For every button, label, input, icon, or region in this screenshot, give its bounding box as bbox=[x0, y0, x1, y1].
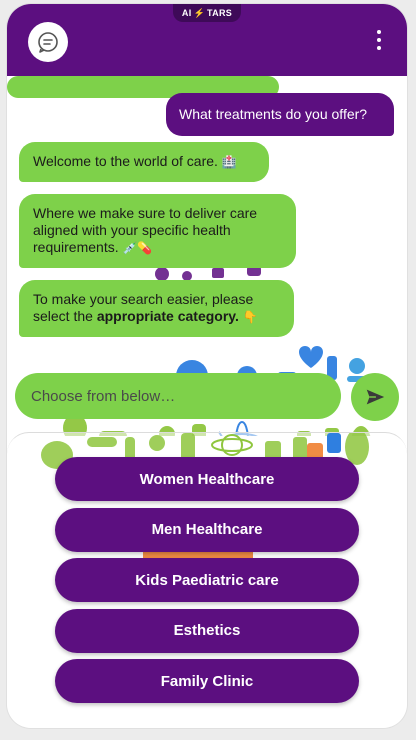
chat-bubble-icon bbox=[38, 32, 58, 53]
options-panel: Women Healthcare Men Healthcare Kids Pae… bbox=[7, 432, 407, 728]
syringe-pill-icon: 💉💊 bbox=[122, 241, 153, 255]
avatar[interactable] bbox=[28, 22, 68, 62]
option-esthetics[interactable]: Esthetics bbox=[55, 608, 359, 653]
bot-message: Where we make sure to deliver care align… bbox=[19, 194, 296, 268]
send-button[interactable] bbox=[351, 373, 399, 421]
option-women-healthcare[interactable]: Women Healthcare bbox=[55, 457, 359, 501]
category-options: Women Healthcare Men Healthcare Kids Pae… bbox=[55, 457, 359, 710]
brand-suffix: TARS bbox=[207, 8, 233, 18]
brand-badge: AI ⚡ TARS bbox=[173, 4, 241, 22]
option-kids-paediatric-care[interactable]: Kids Paediatric care bbox=[55, 558, 359, 602]
pointing-down-icon: 👇 bbox=[242, 310, 258, 324]
lightning-icon: ⚡ bbox=[193, 7, 206, 18]
bot-message: Welcome to the world of care. 🏥 bbox=[19, 142, 269, 182]
bot-message: To make your search easier, please selec… bbox=[19, 280, 294, 337]
bot-message-bold: appropriate category. bbox=[96, 308, 239, 324]
chat-header: AI ⚡ TARS bbox=[7, 4, 407, 76]
hospital-icon: 🏥 bbox=[221, 155, 237, 169]
send-icon bbox=[366, 389, 385, 405]
brand-prefix: AI bbox=[181, 8, 192, 18]
user-message: What treatments do you offer? bbox=[166, 93, 394, 136]
bot-message-text: Welcome to the world of care. bbox=[33, 153, 218, 169]
option-family-clinic[interactable]: Family Clinic bbox=[55, 659, 359, 703]
more-vertical-icon[interactable] bbox=[371, 30, 387, 50]
option-men-healthcare[interactable]: Men Healthcare bbox=[55, 507, 359, 552]
message-input[interactable] bbox=[15, 373, 341, 419]
composer bbox=[15, 373, 399, 421]
phone-frame: AI ⚡ TARS What treatments do you offer? … bbox=[7, 4, 407, 728]
user-message-text: What treatments do you offer? bbox=[179, 106, 368, 122]
